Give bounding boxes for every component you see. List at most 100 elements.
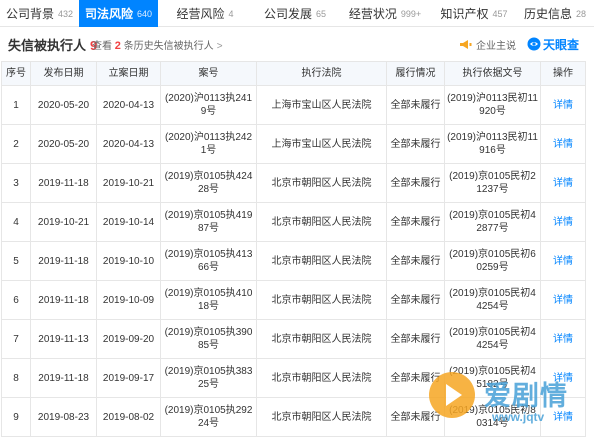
section-title: 失信被执行人 9 — [8, 35, 97, 54]
cell-filing-date: 2019-10-10 — [96, 241, 161, 281]
table-row: 1 2020-05-20 2020-04-13 (2020)沪0113执2419… — [1, 85, 586, 125]
cell-performance: 全部未履行 — [386, 124, 445, 164]
tab-count: 4 — [228, 8, 234, 19]
cell-case-number: (2020)沪0113执2419号 — [160, 85, 257, 125]
tab-label: 公司背景 — [5, 7, 54, 21]
cell-publish-date: 2019-10-21 — [30, 202, 97, 242]
tab-intellectual-property[interactable]: 知识产权 457 — [432, 0, 516, 27]
cell-filing-date: 2019-10-09 — [96, 280, 161, 320]
cell-court: 北京市朝阳区人民法院 — [256, 280, 387, 320]
details-link[interactable]: 详情 — [540, 241, 586, 281]
cell-basis-number: (2019)沪0113民初11920号 — [444, 85, 541, 125]
table-row: 6 2019-11-18 2019-10-09 (2019)京0105执4101… — [1, 280, 586, 320]
table-header-row: 序号 发布日期 立案日期 案号 执行法院 履行情况 执行依据文号 操作 — [1, 61, 586, 86]
basis-number-text: (2019)沪0113民初11920号 — [447, 93, 538, 117]
tab-operation-risk[interactable]: 经营风险 4 — [158, 0, 252, 27]
cell-case-number: (2019)京0105执39085号 — [160, 319, 257, 359]
cell-basis-number: (2019)京0105民初42877号 — [444, 202, 541, 242]
cell-filing-date: 2019-10-21 — [96, 163, 161, 203]
section-title-text: 失信被执行人 — [8, 37, 87, 53]
cell-performance: 全部未履行 — [386, 397, 445, 437]
details-link[interactable]: 详情 — [540, 358, 586, 398]
tab-count: 457 — [492, 8, 508, 19]
cell-performance: 全部未履行 — [386, 280, 445, 320]
basis-number-text: (2019)京0105民初21237号 — [449, 171, 536, 195]
cell-publish-date: 2019-11-18 — [30, 241, 97, 281]
cell-case-number: (2019)京0105执38325号 — [160, 358, 257, 398]
cell-filing-date: 2020-04-13 — [96, 124, 161, 164]
cell-index: 3 — [1, 163, 31, 203]
basis-number-text: (2019)京0105民初44254号 — [449, 288, 536, 312]
case-number-text: (2019)京0105执41366号 — [164, 249, 253, 273]
cell-filing-date: 2020-04-13 — [96, 85, 161, 125]
tab-count: 999+ — [400, 8, 422, 19]
details-link[interactable]: 详情 — [540, 202, 586, 242]
cell-case-number: (2019)京0105执41018号 — [160, 280, 257, 320]
tab-count: 28 — [576, 8, 587, 19]
cell-court: 北京市朝阳区人民法院 — [256, 319, 387, 359]
tab-business-status[interactable]: 经营状况 999+ — [338, 0, 432, 27]
cell-basis-number: (2019)沪0113民初11916号 — [444, 124, 541, 164]
cell-performance: 全部未履行 — [386, 202, 445, 242]
cell-index: 5 — [1, 241, 31, 281]
basis-number-text: (2019)京0105民初60259号 — [449, 249, 536, 273]
tab-count: 65 — [316, 8, 327, 19]
tab-company-background[interactable]: 公司背景 432 — [0, 0, 79, 27]
cell-basis-number: (2019)京0105民初45182号 — [444, 358, 541, 398]
case-number-text: (2019)京0105执29224号 — [164, 405, 253, 429]
history-suffix: 条历史失信被执行人 — [123, 40, 214, 52]
cell-basis-number: (2019)京0105民初44254号 — [444, 280, 541, 320]
table-row: 9 2019-08-23 2019-08-02 (2019)京0105执2922… — [1, 397, 586, 437]
cell-basis-number: (2019)京0105民初80314号 — [444, 397, 541, 437]
table-row: 2 2020-05-20 2020-04-13 (2020)沪0113执2421… — [1, 124, 586, 164]
basis-number-text: (2019)京0105民初45182号 — [449, 366, 536, 390]
cell-publish-date: 2019-11-18 — [30, 358, 97, 398]
cell-court: 北京市朝阳区人民法院 — [256, 397, 387, 437]
col-header-action: 操作 — [540, 61, 586, 86]
col-header-publish-date: 发布日期 — [30, 61, 97, 86]
tab-label: 历史信息 — [523, 7, 572, 21]
details-link[interactable]: 详情 — [540, 163, 586, 203]
tab-history-info[interactable]: 历史信息 28 — [516, 0, 594, 27]
details-link[interactable]: 详情 — [540, 397, 586, 437]
cell-publish-date: 2019-08-23 — [30, 397, 97, 437]
tab-label: 公司发展 — [263, 7, 312, 21]
cell-performance: 全部未履行 — [386, 241, 445, 281]
col-header-index: 序号 — [1, 61, 31, 86]
dishonest-executor-table: 序号 发布日期 立案日期 案号 执行法院 履行情况 执行依据文号 操作 1 20… — [1, 61, 586, 437]
cell-basis-number: (2019)京0105民初60259号 — [444, 241, 541, 281]
cell-case-number: (2019)京0105执29224号 — [160, 397, 257, 437]
table-row: 7 2019-11-13 2019-09-20 (2019)京0105执3908… — [1, 319, 586, 359]
cell-publish-date: 2019-11-18 — [30, 280, 97, 320]
cell-performance: 全部未履行 — [386, 85, 445, 125]
tab-count: 432 — [57, 8, 74, 19]
tianyancha-logo: 天眼查 — [527, 36, 579, 53]
details-link[interactable]: 详情 — [540, 85, 586, 125]
tab-label: 知识产权 — [440, 7, 489, 21]
case-number-text: (2020)沪0113执2421号 — [164, 132, 253, 156]
table-row: 8 2019-11-18 2019-09-17 (2019)京0105执3832… — [1, 358, 586, 398]
cell-publish-date: 2020-05-20 — [30, 124, 97, 164]
tab-company-development[interactable]: 公司发展 65 — [252, 0, 338, 27]
cell-performance: 全部未履行 — [386, 358, 445, 398]
cell-basis-number: (2019)京0105民初21237号 — [444, 163, 541, 203]
cell-case-number: (2020)沪0113执2421号 — [160, 124, 257, 164]
brand-text: 天眼查 — [543, 37, 580, 52]
tab-label: 司法风险 — [84, 7, 133, 21]
details-link[interactable]: 详情 — [540, 124, 586, 164]
cell-case-number: (2019)京0105执41366号 — [160, 241, 257, 281]
details-link[interactable]: 详情 — [540, 280, 586, 320]
cell-case-number: (2019)京0105执41987号 — [160, 202, 257, 242]
cell-performance: 全部未履行 — [386, 163, 445, 203]
tab-judicial-risk[interactable]: 司法风险 640 — [79, 0, 158, 27]
basis-number-text: (2019)京0105民初44254号 — [449, 327, 536, 351]
cell-filing-date: 2019-09-17 — [96, 358, 161, 398]
case-number-text: (2019)京0105执41018号 — [164, 288, 253, 312]
owner-says-link[interactable]: 企业主说 — [459, 37, 516, 52]
cell-court: 北京市朝阳区人民法院 — [256, 358, 387, 398]
cell-court: 北京市朝阳区人民法院 — [256, 241, 387, 281]
history-link[interactable]: 查看 2 条历史失信被执行人 > — [92, 37, 223, 52]
details-link[interactable]: 详情 — [540, 319, 586, 359]
tab-label: 经营状况 — [348, 7, 397, 21]
cell-index: 1 — [1, 85, 31, 125]
